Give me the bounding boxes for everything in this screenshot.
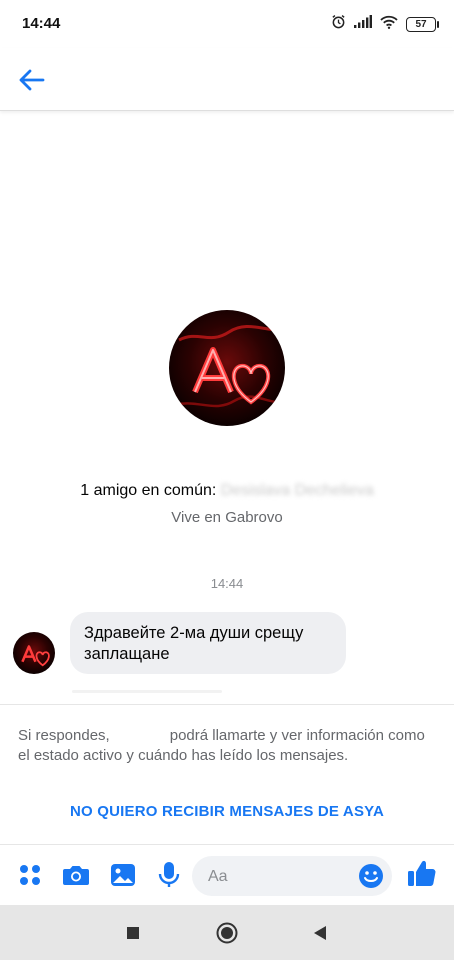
message-request-notice: Si respondes, podrá llamarte y ver inform… <box>18 726 438 766</box>
sender-avatar[interactable] <box>13 632 55 674</box>
status-bar: 14:44 57 <box>0 0 454 48</box>
thumbs-up-icon <box>408 860 436 886</box>
camera-button[interactable] <box>60 859 92 891</box>
home-button[interactable] <box>213 919 241 947</box>
mutual-friend-name: Desislava Dechelieva <box>220 482 374 499</box>
message-composer <box>0 845 454 905</box>
mutual-friends-label: 1 amigo en común: <box>80 482 221 499</box>
status-time: 14:44 <box>22 15 61 32</box>
mutual-friends: 1 amigo en común: Desislava Dechelieva <box>0 482 454 500</box>
message-text-line-2: заплащане <box>84 645 170 663</box>
battery-icon: 57 <box>406 16 439 32</box>
voice-button[interactable] <box>153 859 185 891</box>
arrow-left-icon <box>19 69 45 91</box>
profile-location: Vive en Gabrovo <box>171 509 283 526</box>
alarm-icon <box>331 14 346 34</box>
message-input[interactable] <box>206 856 350 898</box>
like-button[interactable] <box>406 857 438 889</box>
divider <box>0 704 454 705</box>
app-bar <box>0 48 454 111</box>
message-input-wrapper <box>192 856 392 898</box>
gallery-icon <box>111 864 135 886</box>
wifi-icon <box>380 15 398 34</box>
profile-avatar[interactable] <box>169 310 285 426</box>
message-text-line-1: Здравейте 2-ма души срещу <box>84 624 304 642</box>
gallery-button[interactable] <box>107 859 139 891</box>
back-button[interactable] <box>14 63 48 97</box>
emoji-icon[interactable] <box>358 863 384 889</box>
status-icons: 57 <box>331 14 439 34</box>
signal-icon <box>354 15 372 33</box>
apps-button[interactable] <box>14 859 46 891</box>
back-triangle-icon <box>314 926 326 940</box>
recents-button[interactable] <box>119 919 147 947</box>
camera-icon <box>63 866 89 885</box>
faded-line <box>72 690 222 693</box>
microphone-icon <box>158 862 180 887</box>
message-bubble[interactable]: Здравейте 2-ма души срещу заплащане <box>70 612 346 674</box>
system-nav-bar <box>0 905 454 960</box>
block-messages-button[interactable]: NO QUIERO RECIBIR MENSAJES DE ASYA <box>0 803 454 820</box>
system-back-button[interactable] <box>306 919 334 947</box>
home-circle-icon <box>216 922 238 944</box>
apps-icon <box>20 865 40 885</box>
recents-square-icon <box>127 927 139 939</box>
notice-text-1: Si respondes, <box>18 727 110 744</box>
message-timestamp: 14:44 <box>210 576 244 591</box>
